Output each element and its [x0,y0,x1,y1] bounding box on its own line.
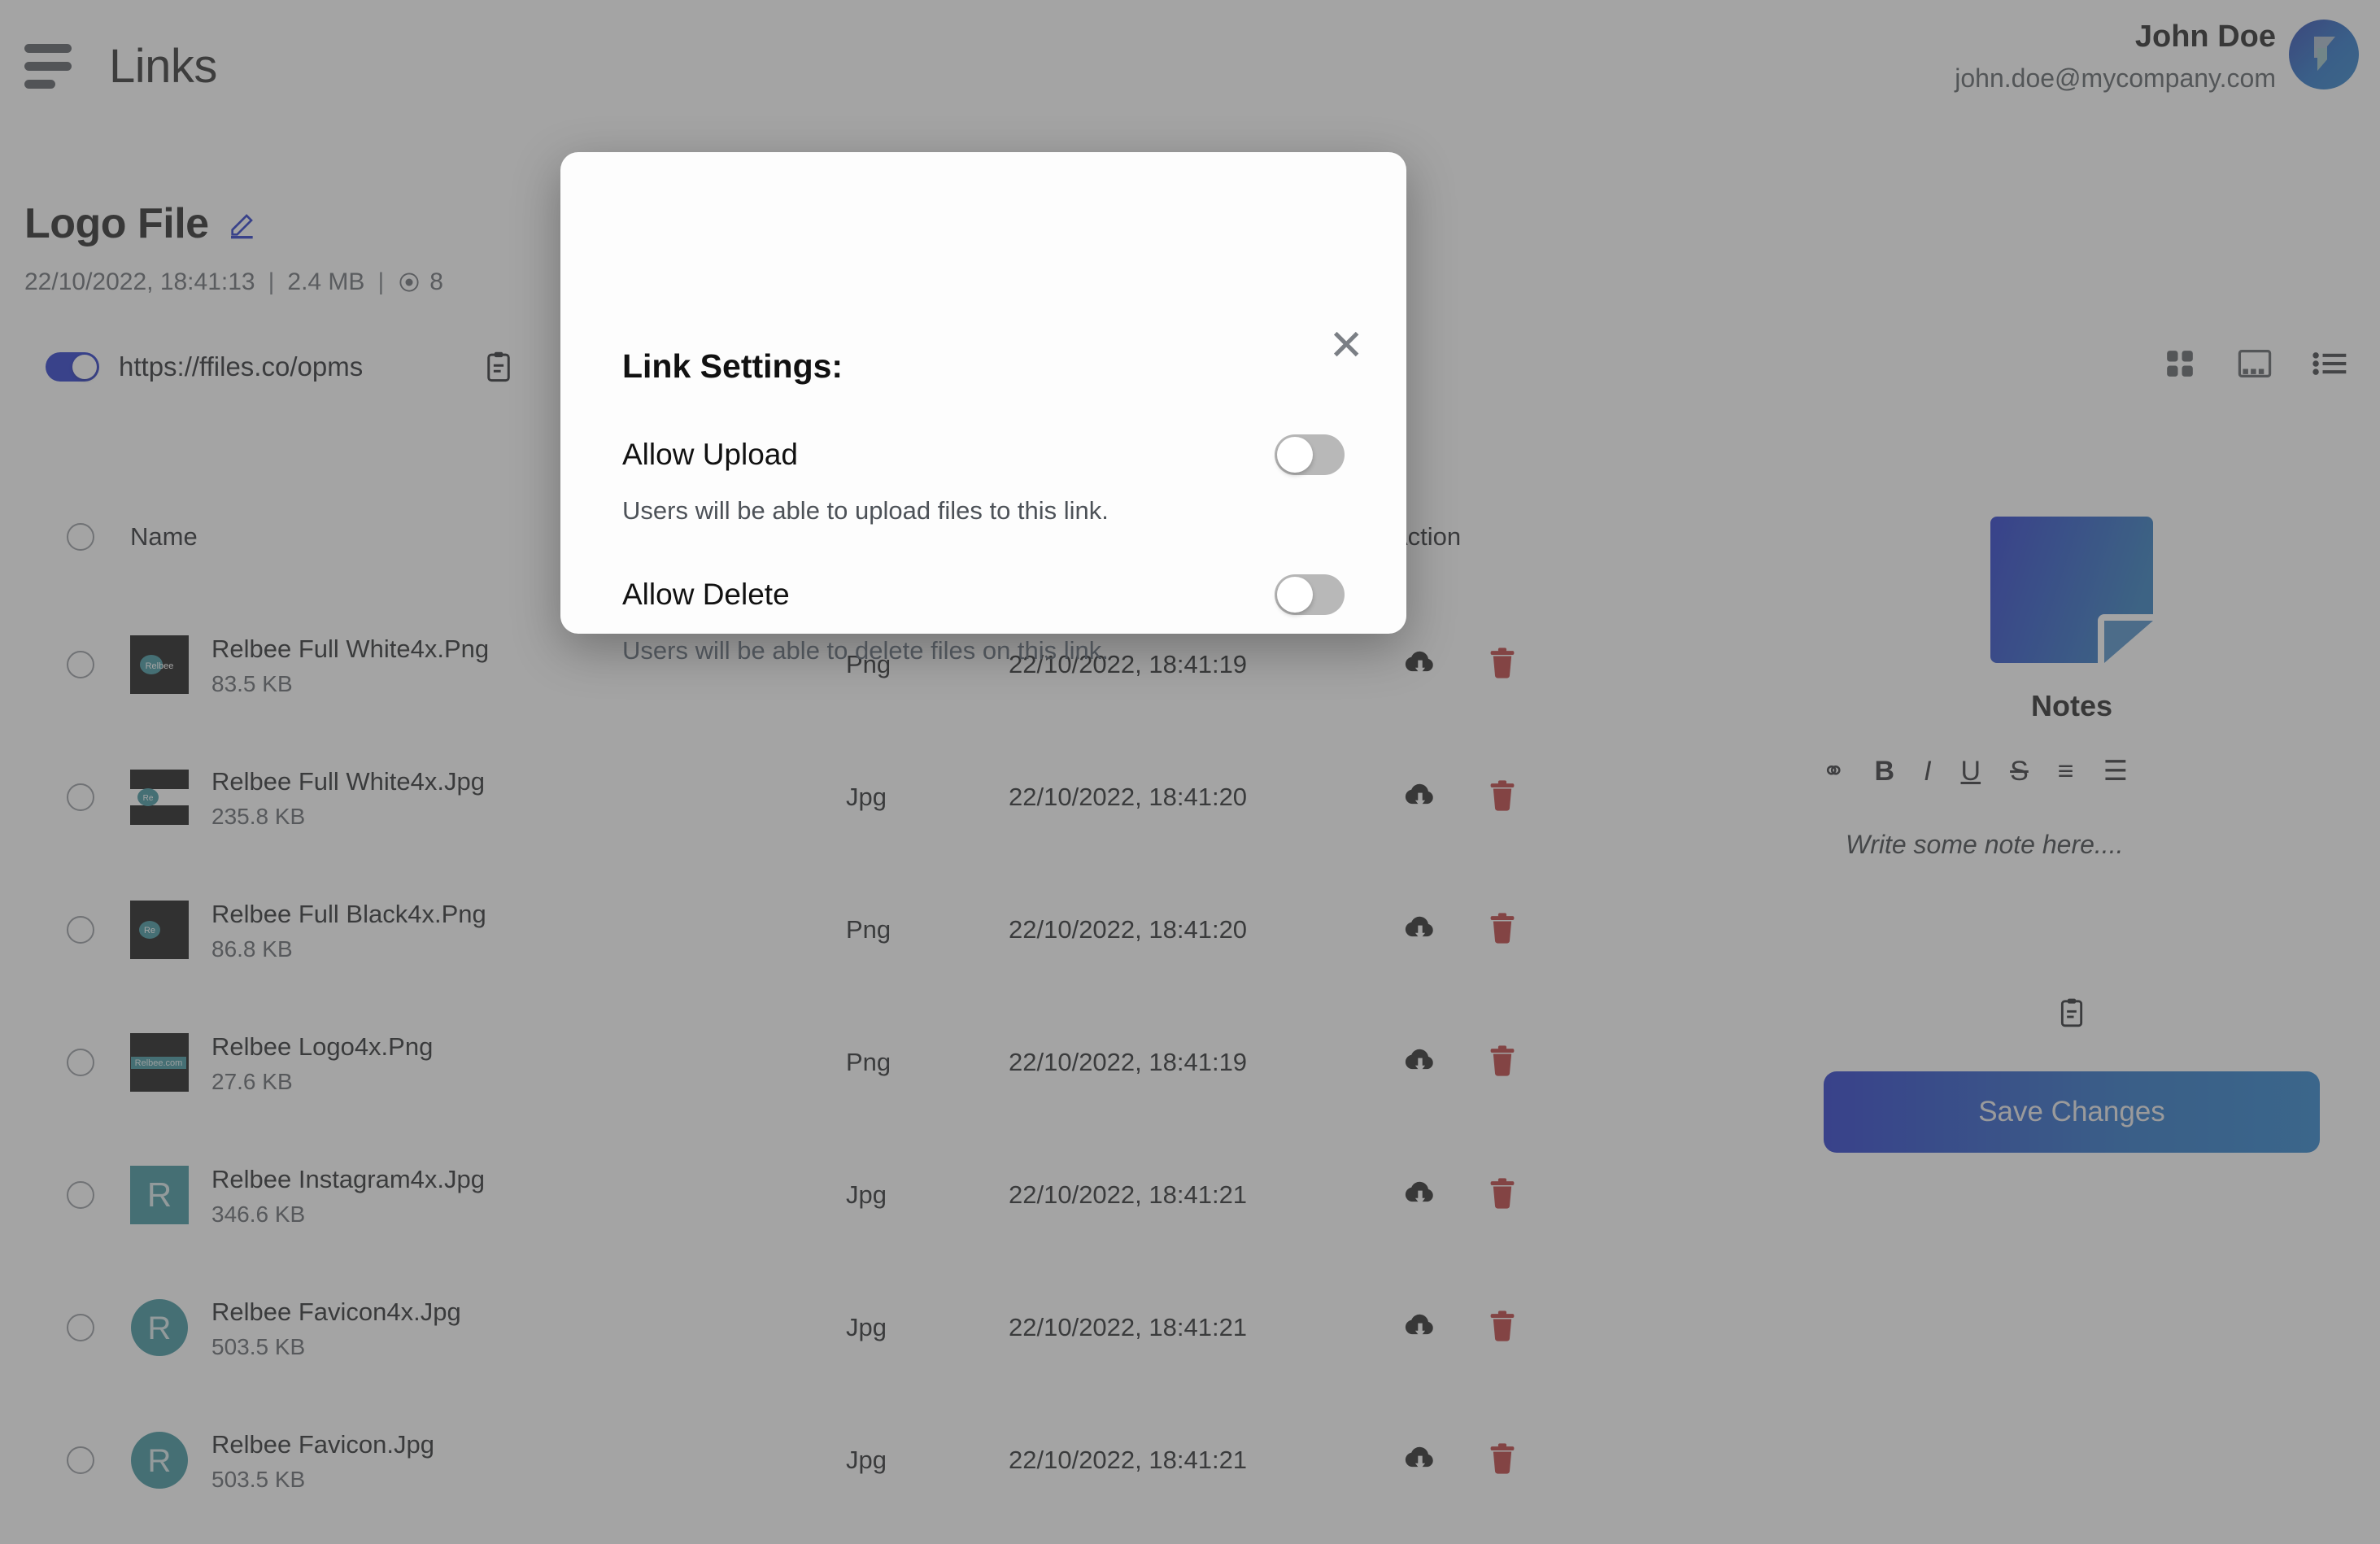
modal-title: Link Settings: [622,347,843,385]
allow-delete-toggle[interactable] [1275,574,1345,615]
allow-upload-description: Users will be able to upload files to th… [622,496,1109,525]
allow-upload-label: Allow Upload [622,438,798,471]
setting-row-allow-delete: Allow Delete [622,574,1345,615]
allow-delete-description: Users will be able to delete files on th… [622,636,1109,665]
allow-upload-toggle[interactable] [1275,434,1345,475]
app-root: Links John Doe john.doe@mycompany.com Lo… [0,0,2380,1544]
allow-delete-label: Allow Delete [622,578,790,611]
close-x-icon[interactable]: ✕ [1328,325,1364,367]
setting-row-allow-upload: Allow Upload [622,434,1345,475]
link-settings-modal: ✕ Link Settings: Allow Upload Users will… [560,152,1406,665]
